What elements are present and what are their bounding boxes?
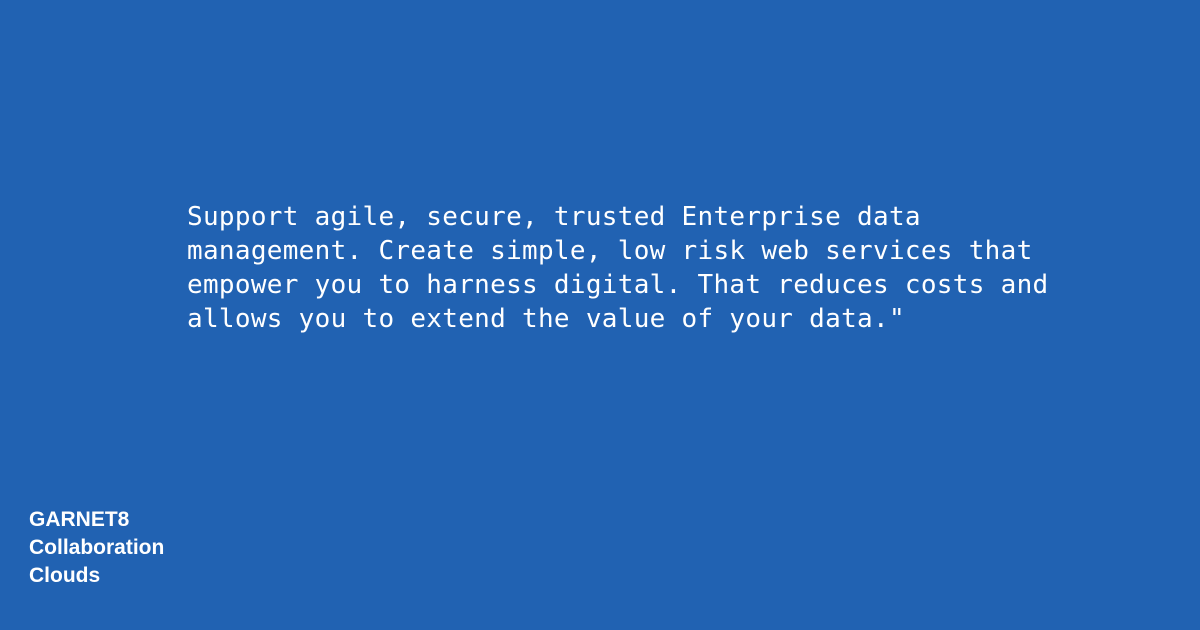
brand-name: GARNET8 Collaboration Clouds — [29, 506, 289, 590]
quote-text: Support agile, secure, trusted Enterpris… — [187, 202, 1049, 334]
brand-line-3: Clouds — [29, 564, 101, 587]
brand-line-2: Collaboration — [29, 536, 165, 559]
brand-line-1: GARNET8 — [29, 508, 130, 531]
social-card: Support agile, secure, trusted Enterpris… — [0, 0, 1200, 630]
